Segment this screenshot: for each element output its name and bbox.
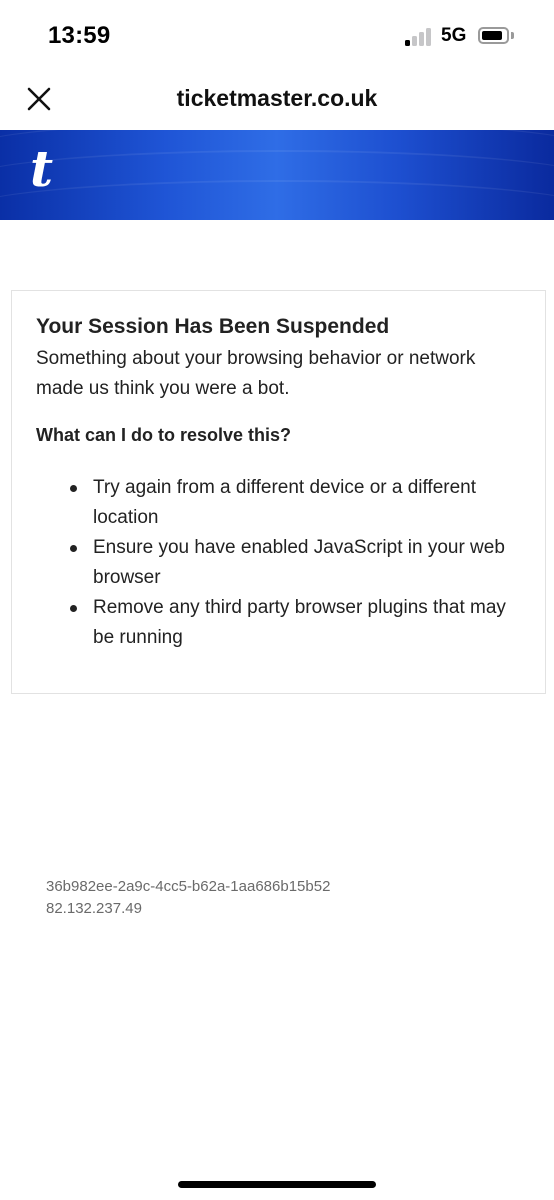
list-item-text: Ensure you have enabled JavaScript in yo… xyxy=(93,537,505,588)
list-item-text: Try again from a different device or a d… xyxy=(93,477,477,528)
battery-fill xyxy=(482,31,502,40)
signal-bar xyxy=(419,32,424,46)
resolution-steps-list: Try again from a different device or a d… xyxy=(68,473,508,653)
signal-bar xyxy=(412,36,417,46)
site-host: ticketmaster.co.uk xyxy=(176,85,378,111)
notice-subheading: What can I do to resolve this? xyxy=(36,425,292,445)
bullet-icon xyxy=(70,485,77,492)
brand-banner: t xyxy=(0,130,554,220)
list-item-text: Remove any third party browser plugins t… xyxy=(93,597,506,648)
bullet-icon xyxy=(70,605,77,612)
network-type: 5G xyxy=(441,25,467,46)
status-time: 13:59 xyxy=(48,22,111,49)
banner-wave xyxy=(0,180,554,220)
notice-description: Something about your browsing behavior o… xyxy=(36,348,476,399)
browser-header: ticketmaster.co.uk xyxy=(0,70,554,130)
battery-icon xyxy=(478,27,509,44)
signal-bar xyxy=(426,28,431,46)
cellular-signal-icon xyxy=(405,28,435,46)
notice-title: Your Session Has Been Suspended xyxy=(36,315,390,338)
ticketmaster-logo[interactable]: t xyxy=(30,144,53,194)
home-indicator[interactable] xyxy=(178,1181,376,1188)
battery-cap xyxy=(511,32,514,39)
list-item: Ensure you have enabled JavaScript in yo… xyxy=(68,533,508,593)
status-bar: 13:59 5G xyxy=(0,0,554,70)
suspension-notice-card: Your Session Has Been Suspended Somethin… xyxy=(11,290,546,694)
session-id: 36b982ee-2a9c-4cc5-b62a-1aa686b15b52 xyxy=(46,878,331,895)
signal-bar xyxy=(405,40,410,46)
ip-address: 82.132.237.49 xyxy=(46,900,142,917)
reference-block: 36b982ee-2a9c-4cc5-b62a-1aa686b15b52 82.… xyxy=(46,876,330,920)
bullet-icon xyxy=(70,545,77,552)
list-item: Try again from a different device or a d… xyxy=(68,473,508,533)
list-item: Remove any third party browser plugins t… xyxy=(68,593,508,653)
